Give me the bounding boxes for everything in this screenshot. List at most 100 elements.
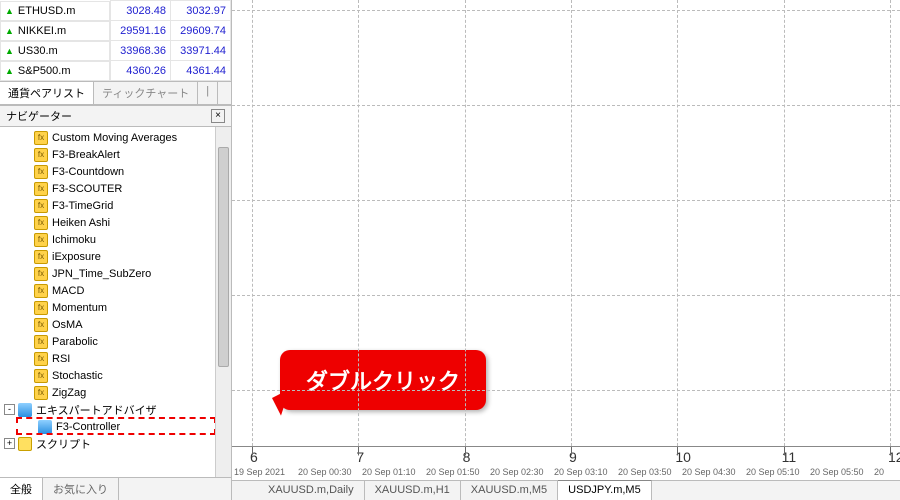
- symbol-row[interactable]: ▲US30.m33968.3633971.44: [0, 41, 231, 61]
- chart-panel: ダブルクリック 678910111219 Sep 202120 Sep 00:3…: [232, 0, 900, 500]
- axis-minor-label: 19 Sep 2021: [234, 467, 285, 477]
- tree-indicator-item[interactable]: fx F3-SCOUTER: [0, 180, 231, 197]
- time-axis: 678910111219 Sep 202120 Sep 00:3020 Sep …: [232, 446, 900, 480]
- axis-minor-label: 20 Sep 04:30: [682, 467, 736, 477]
- scrollbar-thumb[interactable]: [218, 147, 229, 367]
- tree-indicator-item[interactable]: fx Momentum: [0, 299, 231, 316]
- tree-indicator-item[interactable]: fx F3-TimeGrid: [0, 197, 231, 214]
- bid-price: 29591.16: [111, 21, 171, 41]
- tab-tick-chart[interactable]: ティックチャート: [94, 82, 198, 104]
- indicator-icon: fx: [34, 165, 48, 179]
- indicator-icon: fx: [34, 199, 48, 213]
- tree-label: F3-Controller: [56, 421, 120, 433]
- tree-indicator-item[interactable]: fx Parabolic: [0, 333, 231, 350]
- ask-price: 3032.97: [171, 1, 231, 21]
- tree-indicator-item[interactable]: fx ZigZag: [0, 384, 231, 401]
- tree-indicator-item[interactable]: fx RSI: [0, 350, 231, 367]
- symbol-name: ETHUSD.m: [18, 5, 75, 17]
- tree-label: RSI: [52, 353, 70, 365]
- navigator-header: ナビゲーター ×: [0, 105, 231, 127]
- chart-tab[interactable]: XAUUSD.m,M5: [461, 481, 558, 500]
- indicator-icon: fx: [34, 318, 48, 332]
- indicator-icon: fx: [34, 335, 48, 349]
- expand-icon[interactable]: +: [4, 438, 15, 449]
- tab-favorites[interactable]: お気に入り: [43, 478, 119, 500]
- chart-tab[interactable]: XAUUSD.m,H1: [365, 481, 461, 500]
- tree-label: ZigZag: [52, 387, 86, 399]
- tree-indicator-item[interactable]: fx OsMA: [0, 316, 231, 333]
- left-panel: ▲ ETHUSD.m 3028.483032.97▲NIKKEI.m29591.16…: [0, 0, 232, 500]
- bid-price: 4360.26: [111, 61, 171, 81]
- chart-area[interactable]: ダブルクリック 678910111219 Sep 202120 Sep 00:3…: [232, 0, 900, 480]
- tree-label: JPN_Time_SubZero: [52, 268, 151, 280]
- symbol-row[interactable]: ▲ S&P500.m 4360.264361.44: [0, 61, 231, 81]
- symbol-row[interactable]: ▲NIKKEI.m29591.1629609.74: [0, 21, 231, 41]
- indicator-icon: fx: [34, 233, 48, 247]
- axis-minor-label: 20 Sep 05:10: [746, 467, 800, 477]
- bid-price: 3028.48: [111, 1, 171, 21]
- arrow-up-icon: ▲: [5, 46, 14, 56]
- market-watch-tabs: 通貨ペアリスト ティックチャート |: [0, 81, 231, 105]
- tree-label: Heiken Ashi: [52, 217, 110, 229]
- tree-label: Parabolic: [52, 336, 98, 348]
- tree-label: F3-TimeGrid: [52, 200, 113, 212]
- tree-label: Momentum: [52, 302, 107, 314]
- callout-annotation: ダブルクリック: [280, 350, 486, 410]
- tree-indicator-item[interactable]: fx Heiken Ashi: [0, 214, 231, 231]
- collapse-icon[interactable]: -: [4, 404, 15, 415]
- tree-indicator-item[interactable]: fxJPN_Time_SubZero: [0, 265, 231, 282]
- close-icon[interactable]: ×: [211, 109, 225, 123]
- market-watch-table: ▲ ETHUSD.m 3028.483032.97▲NIKKEI.m29591.16…: [0, 0, 231, 81]
- chart-tab[interactable]: XAUUSD.m,Daily: [258, 481, 365, 500]
- tab-bar: |: [198, 82, 218, 104]
- axis-minor-label: 20: [874, 467, 884, 477]
- bid-price: 33968.36: [111, 41, 171, 61]
- axis-minor-label: 20 Sep 00:30: [298, 467, 352, 477]
- tree-label: OsMA: [52, 319, 83, 331]
- symbol-row[interactable]: ▲ ETHUSD.m 3028.483032.97: [0, 1, 231, 21]
- scrollbar-vertical[interactable]: [215, 127, 231, 477]
- tree-expert-advisors[interactable]: - エキスパートアドバイザ: [0, 401, 231, 418]
- ask-price: 4361.44: [171, 61, 231, 81]
- expert-advisor-icon: [18, 403, 32, 417]
- tree-label: MACD: [52, 285, 84, 297]
- tree-indicator-item[interactable]: fxiExposure: [0, 248, 231, 265]
- indicator-icon: fx: [34, 148, 48, 162]
- axis-minor-label: 20 Sep 03:10: [554, 467, 608, 477]
- arrow-up-icon: ▲: [5, 26, 14, 36]
- arrow-up-icon: ▲: [5, 6, 14, 16]
- chart-tab[interactable]: USDJPY.m,M5: [558, 480, 652, 500]
- axis-minor-label: 20 Sep 03:50: [618, 467, 672, 477]
- symbol-name: S&P500.m: [18, 65, 71, 77]
- tree-label: Custom Moving Averages: [52, 132, 177, 144]
- tree-indicator-item[interactable]: fxF3-Countdown: [0, 163, 231, 180]
- indicator-icon: fx: [34, 182, 48, 196]
- tab-symbol-list[interactable]: 通貨ペアリスト: [0, 82, 94, 104]
- tree-indicator-item[interactable]: fx MACD: [0, 282, 231, 299]
- tree-indicator-item[interactable]: fx Custom Moving Averages: [0, 129, 231, 146]
- tree-indicator-item[interactable]: fxF3-BreakAlert: [0, 146, 231, 163]
- ask-price: 29609.74: [171, 21, 231, 41]
- indicator-icon: fx: [34, 369, 48, 383]
- script-icon: [18, 437, 32, 451]
- indicator-icon: fx: [34, 301, 48, 315]
- axis-minor-label: 20 Sep 01:10: [362, 467, 416, 477]
- indicator-icon: fx: [34, 131, 48, 145]
- indicator-icon: fx: [34, 386, 48, 400]
- indicator-icon: fx: [34, 216, 48, 230]
- axis-minor-label: 20 Sep 02:30: [490, 467, 544, 477]
- indicator-icon: fx: [34, 250, 48, 264]
- symbol-name: US30.m: [18, 45, 58, 57]
- tree-indicator-item[interactable]: fxStochastic: [0, 367, 231, 384]
- expert-advisor-icon: [38, 420, 52, 434]
- tree-label: F3-SCOUTER: [52, 183, 122, 195]
- arrow-up-icon: ▲: [5, 66, 14, 76]
- tree-indicator-item[interactable]: fx Ichimoku: [0, 231, 231, 248]
- tree-scripts[interactable]: + スクリプト: [0, 435, 231, 452]
- tree-item-f3-controller[interactable]: F3-Controller: [0, 418, 231, 435]
- indicator-icon: fx: [34, 352, 48, 366]
- tree-label: Ichimoku: [52, 234, 96, 246]
- indicator-icon: fx: [34, 284, 48, 298]
- tab-general[interactable]: 全般: [0, 478, 43, 500]
- navigator-tree: fxCustom Moving AveragesfxF3-BreakAlertf…: [0, 127, 231, 477]
